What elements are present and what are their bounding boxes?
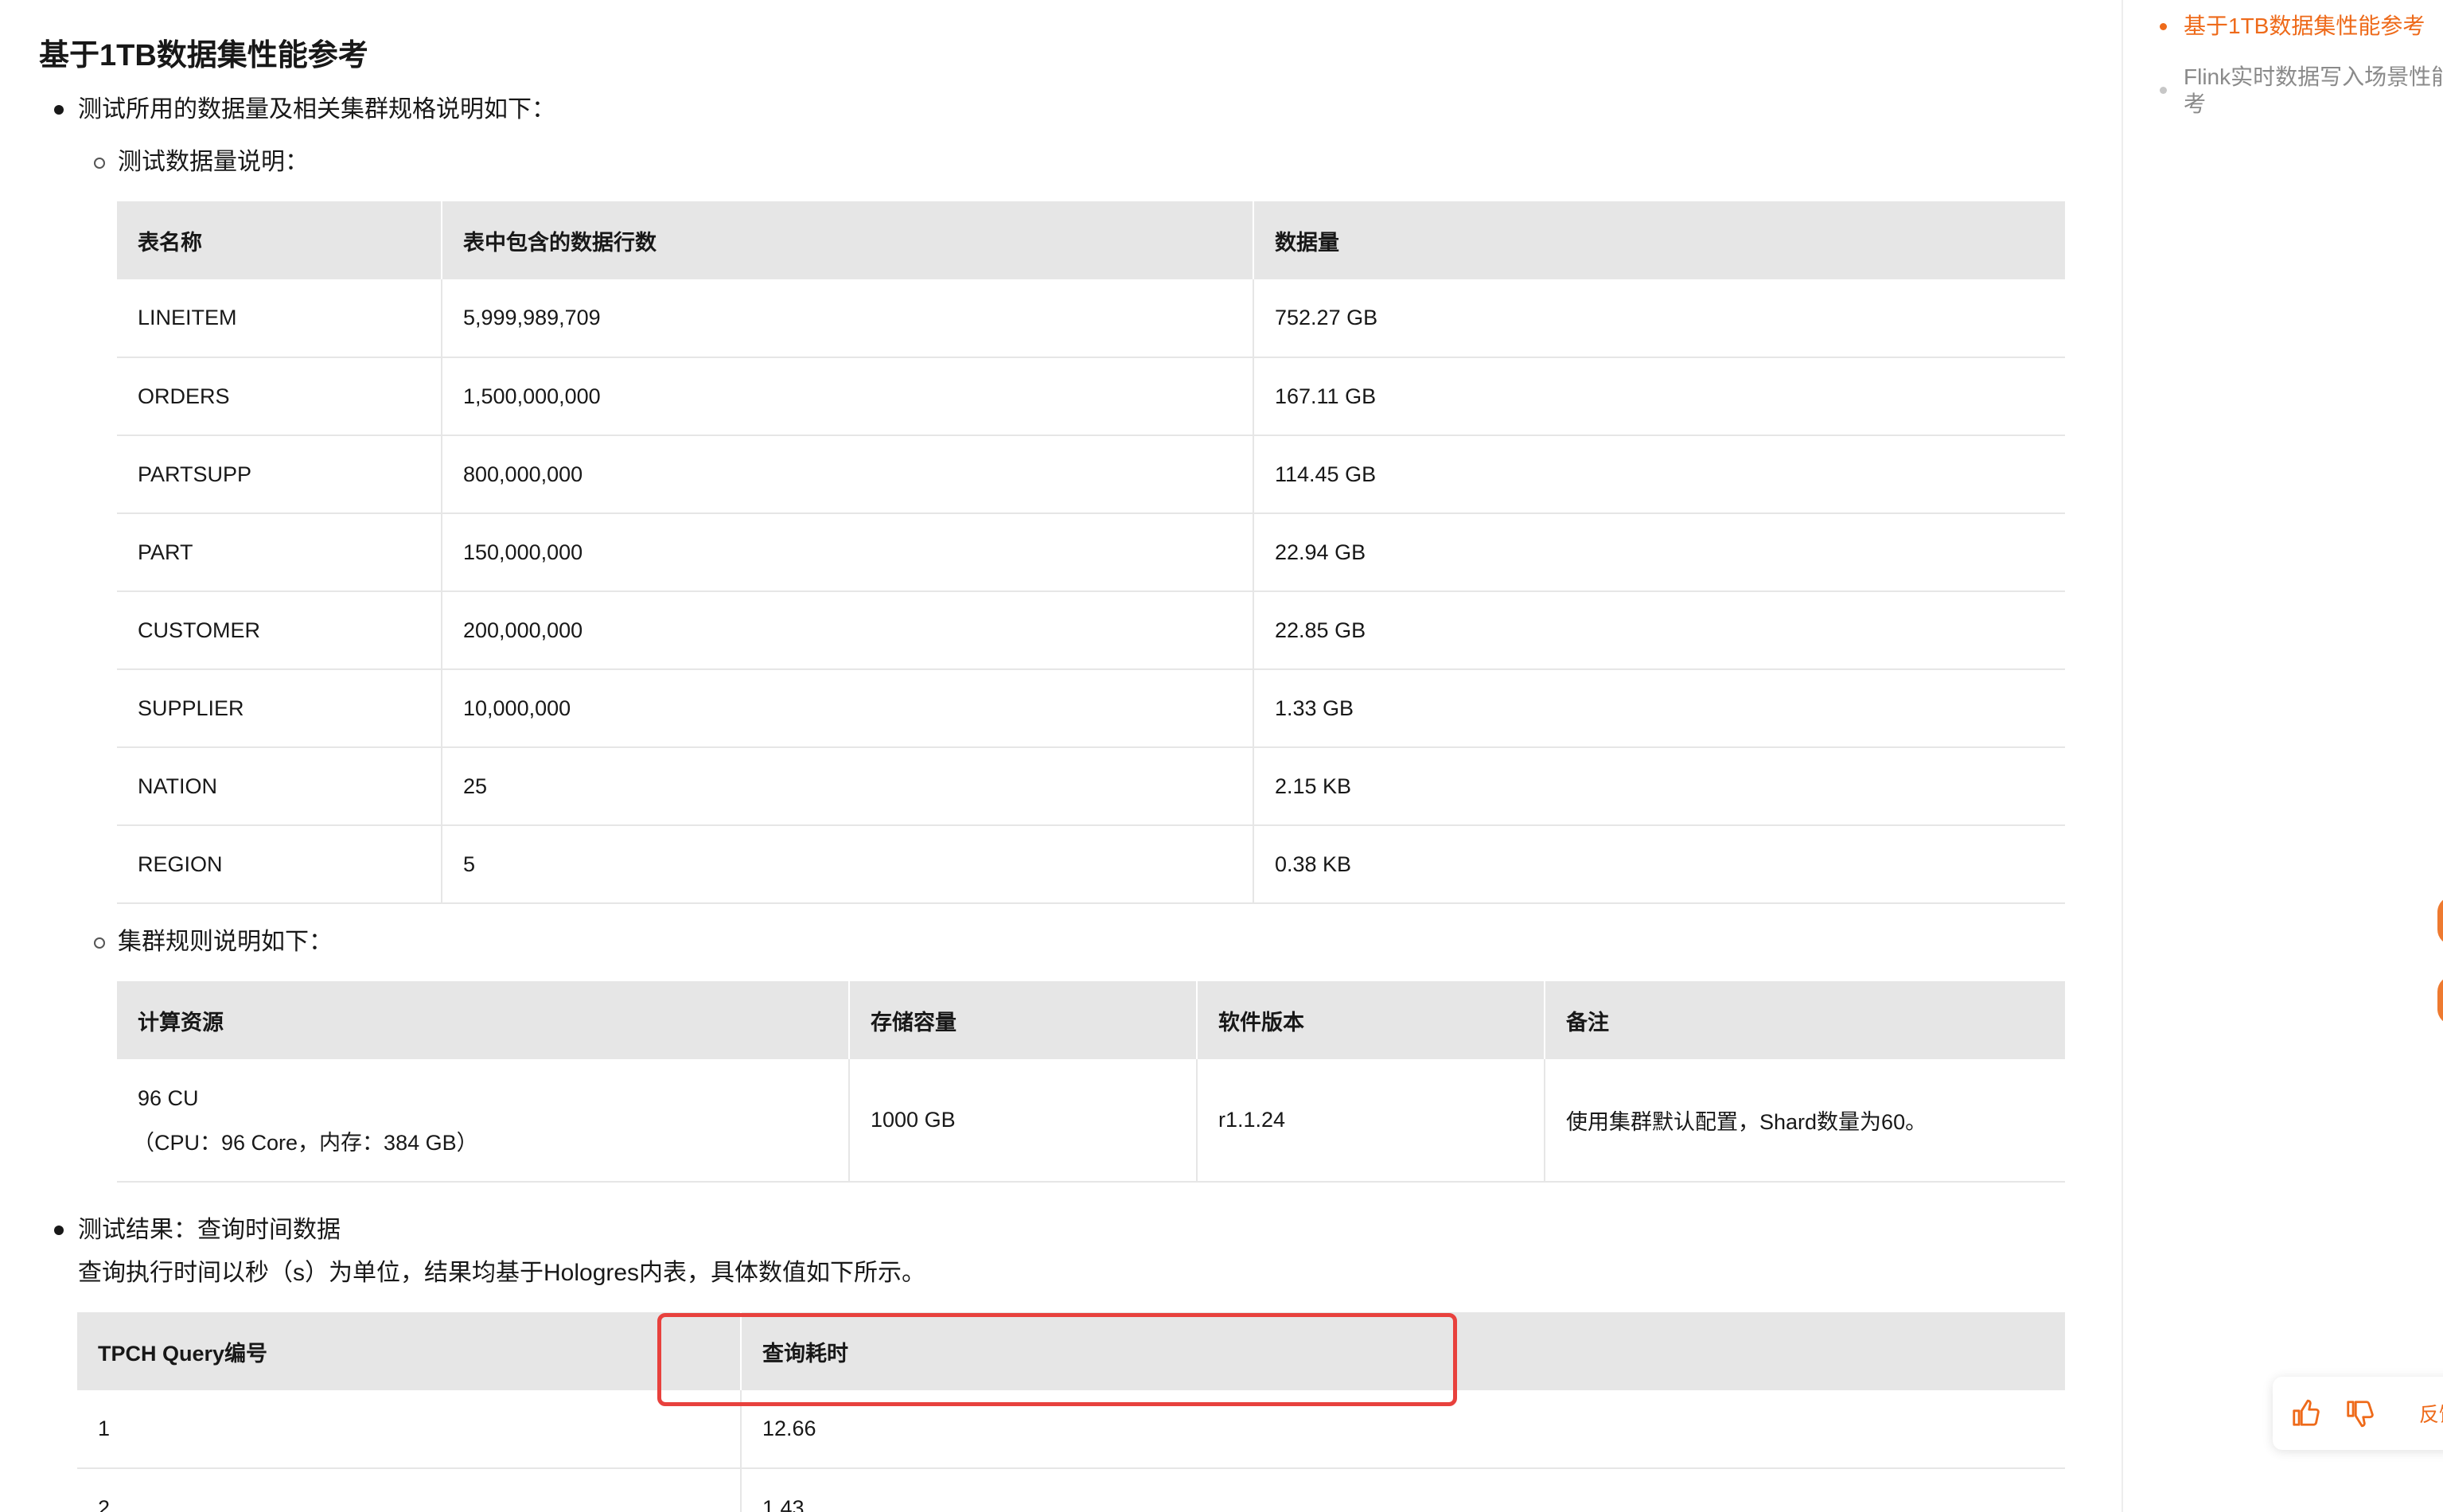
table-cell: 2 — [77, 1468, 742, 1512]
sub-bullet-cluster-spec: 集群规则说明如下： — [118, 929, 333, 955]
table-cell: 1,500,000,000 — [442, 357, 1254, 436]
compute-units: 96 CU — [138, 1085, 199, 1110]
table-cell: SUPPLIER — [117, 669, 442, 748]
bullet-text-spec: 测试所用的数据量及相关集群规格说明如下： — [78, 96, 555, 123]
table-row: PARTSUPP 800,000,000 114.45 GB — [117, 435, 2065, 514]
table-cell: PARTSUPP — [117, 435, 442, 514]
table-cell: 22.85 GB — [1253, 591, 2065, 670]
table-cell: 使用集群默认配置，Shard数量为60。 — [1545, 1059, 2065, 1183]
table-cell: 800,000,000 — [442, 435, 1254, 514]
table-of-contents: 基于1TB数据集性能参考 Flink实时数据写入场景性能 考 — [2123, 0, 2443, 1512]
sub-bullet-data-volume: 测试数据量说明： — [118, 149, 309, 175]
table-cell: 5,999,989,709 — [442, 279, 1254, 358]
table-cell: 25 — [442, 747, 1254, 826]
toc-dot-active — [2160, 23, 2167, 30]
table-cell: PART — [117, 513, 442, 592]
table-cell: 22.94 GB — [1253, 513, 2065, 592]
table-cell: 167.11 GB — [1253, 357, 2065, 436]
table-row: 2 1.43 — [77, 1468, 2065, 1512]
table-cell-compute: 96 CU （CPU：96 Core，内存：384 GB） — [117, 1059, 850, 1183]
sub-bullet-circle — [94, 158, 105, 169]
column-header: 数据量 — [1253, 201, 2065, 279]
table-cell: 150,000,000 — [442, 513, 1254, 592]
table-cell: CUSTOMER — [117, 591, 442, 670]
table-cell: ORDERS — [117, 357, 442, 436]
table-cell: 114.45 GB — [1253, 435, 2065, 514]
table-cell: 5 — [442, 825, 1254, 904]
thumbs-up-icon[interactable] — [2290, 1398, 2320, 1428]
table-cell: REGION — [117, 825, 442, 904]
compute-detail: （CPU：96 Core，内存：384 GB） — [133, 1130, 478, 1155]
column-header: 软件版本 — [1197, 981, 1545, 1059]
column-header: 查询耗时 — [741, 1312, 2065, 1390]
table-row: NATION 25 2.15 KB — [117, 747, 2065, 826]
table-header-row: 计算资源 存储容量 软件版本 备注 — [117, 981, 2065, 1059]
table-row: PART 150,000,000 22.94 GB — [117, 513, 2065, 592]
results-description: 查询执行时间以秒（s）为单位，结果均基于Hologres内表，具体数值如下所示。 — [78, 1260, 926, 1286]
column-header: 表名称 — [117, 201, 442, 279]
cluster-spec-table: 计算资源 存储容量 软件版本 备注 96 CU （CPU：96 Core，内存：… — [117, 981, 2065, 1183]
data-volume-table: 表名称 表中包含的数据行数 数据量 LINEITEM 5,999,989,709… — [117, 201, 2065, 904]
table-row: REGION 5 0.38 KB — [117, 825, 2065, 904]
table-cell: 1 — [77, 1390, 742, 1469]
column-header: 表中包含的数据行数 — [442, 201, 1254, 279]
bullet-dot — [54, 1226, 64, 1235]
table-row: LINEITEM 5,999,989,709 752.27 GB — [117, 279, 2065, 358]
table-header-row: TPCH Query编号 查询耗时 — [77, 1312, 2065, 1390]
table-cell: 12.66 — [741, 1390, 2065, 1469]
table-cell: 2.15 KB — [1253, 747, 2065, 826]
column-header: 备注 — [1545, 981, 2065, 1059]
table-cell: NATION — [117, 747, 442, 826]
table-cell: LINEITEM — [117, 279, 442, 358]
table-row: CUSTOMER 200,000,000 22.85 GB — [117, 591, 2065, 670]
toc-item-1tb-performance[interactable]: 基于1TB数据集性能参考 — [2184, 13, 2425, 40]
table-row: ORDERS 1,500,000,000 167.11 GB — [117, 357, 2065, 436]
table-cell: 752.27 GB — [1253, 279, 2065, 358]
bullet-dot — [54, 105, 64, 115]
table-cell: 10,000,000 — [442, 669, 1254, 748]
table-cell: 1.33 GB — [1253, 669, 2065, 748]
thumbs-down-icon[interactable] — [2344, 1398, 2375, 1428]
table-cell: 200,000,000 — [442, 591, 1254, 670]
toc-item-label: Flink实时数据写入场景性能 — [2184, 64, 2443, 89]
table-cell: r1.1.24 — [1197, 1059, 1545, 1183]
column-header: 计算资源 — [117, 981, 850, 1059]
toc-dot — [2160, 87, 2167, 94]
table-cell: 0.38 KB — [1253, 825, 2065, 904]
page-title: 基于1TB数据集性能参考 — [39, 39, 368, 72]
table-row: 1 12.66 — [77, 1390, 2065, 1469]
toc-item-flink-write[interactable]: Flink实时数据写入场景性能 考 — [2184, 64, 2443, 118]
column-header: 存储容量 — [849, 981, 1198, 1059]
table-row: SUPPLIER 10,000,000 1.33 GB — [117, 669, 2065, 748]
table-row: 96 CU （CPU：96 Core，内存：384 GB） 1000 GB r1… — [117, 1059, 2065, 1183]
main-content: 基于1TB数据集性能参考 测试所用的数据量及相关集群规格说明如下： 测试数据量说… — [0, 0, 2122, 1512]
table-cell: 1000 GB — [849, 1059, 1198, 1183]
table-cell: 1.43 — [741, 1468, 2065, 1512]
feedback-label[interactable]: 反馈 — [2419, 1399, 2443, 1428]
query-time-table: TPCH Query编号 查询耗时 1 12.66 2 1.43 — [77, 1312, 2065, 1512]
table-header-row: 表名称 表中包含的数据行数 数据量 — [117, 201, 2065, 279]
bullet-text-results: 测试结果：查询时间数据 — [78, 1217, 341, 1243]
feedback-widget: 反馈 — [2273, 1377, 2443, 1450]
toc-item-label: 考 — [2184, 92, 2207, 116]
sub-bullet-circle — [94, 937, 105, 949]
column-header: TPCH Query编号 — [77, 1312, 742, 1390]
